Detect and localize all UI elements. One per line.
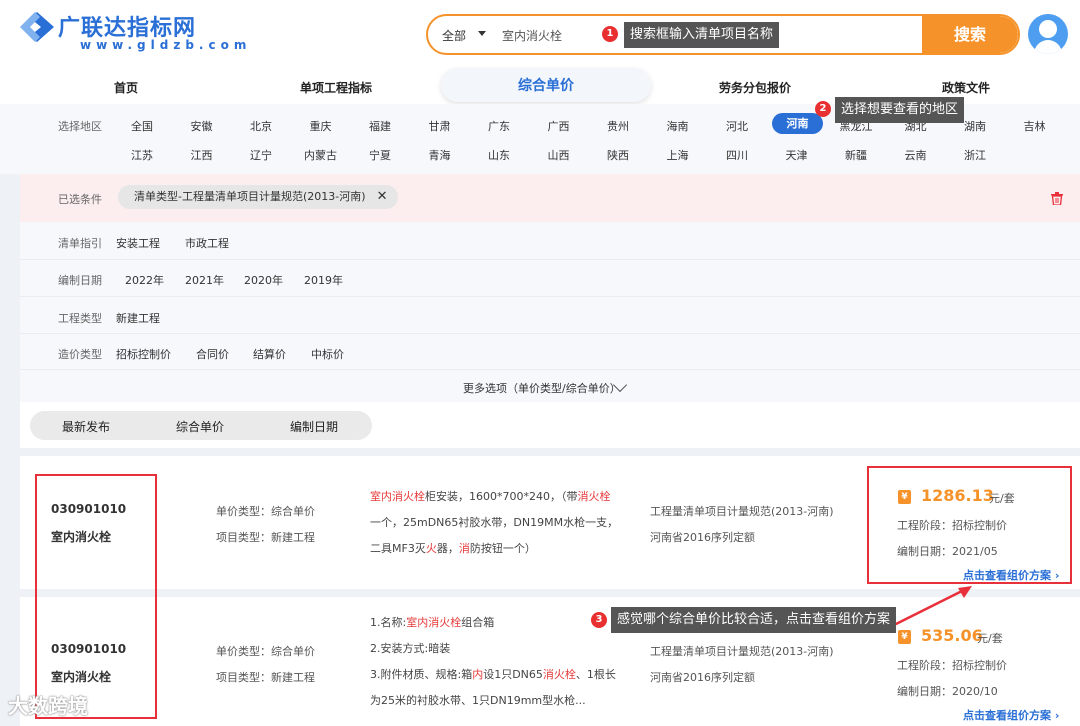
- avatar[interactable]: [1028, 14, 1068, 54]
- project-type: 项目类型：新建工程: [216, 531, 315, 544]
- condition-chip-label: 清单类型-工程量清单项目计量规范(2013-河南): [134, 190, 366, 203]
- logo-url: www.gldzb.com: [80, 38, 252, 52]
- nav-unit-price-label: 综合单价: [518, 78, 574, 94]
- item-description: 室内消火栓柜安装，1600*700*240，（带消火栓 一个，25mDN65衬胶…: [370, 490, 619, 555]
- project-stage: 工程阶段：招标控制价: [897, 659, 1007, 672]
- compile-date: 编制日期：2020/10: [897, 685, 998, 698]
- logo-icon: [20, 12, 54, 42]
- filter-date-2021[interactable]: 2021年: [185, 272, 224, 288]
- norm-quota: 河南省2016序列定额: [650, 671, 755, 684]
- filter-date-2022[interactable]: 2022年: [125, 272, 164, 288]
- price-unit: 元/套: [977, 632, 1003, 645]
- region-option[interactable]: 浙江: [950, 147, 1000, 163]
- region-option[interactable]: 重庆: [296, 118, 346, 134]
- tooltip-search: 搜索框输入清单项目名称: [624, 22, 780, 48]
- filter-guide-label: 清单指引: [58, 237, 102, 250]
- region-option[interactable]: 福建: [355, 118, 405, 134]
- region-option[interactable]: 广东: [474, 118, 524, 134]
- sort-date[interactable]: 编制日期: [290, 418, 338, 435]
- filter-cost-settlement[interactable]: 结算价: [253, 346, 286, 362]
- region-option[interactable]: 内蒙古: [296, 147, 346, 163]
- price-type: 单价类型：综合单价: [216, 505, 315, 518]
- region-option[interactable]: 上海: [653, 147, 703, 163]
- nav-unit-price[interactable]: 综合单价: [441, 68, 651, 102]
- more-options-link[interactable]: 更多选项（单价类型/综合单价）: [463, 380, 621, 396]
- region-option[interactable]: 贵州: [593, 118, 643, 134]
- search-category-select[interactable]: 全部: [442, 27, 466, 44]
- region-option[interactable]: 山西: [534, 147, 584, 163]
- step-badge-2: 2: [815, 101, 831, 117]
- search-input[interactable]: 室内消火栓: [502, 27, 562, 44]
- region-option[interactable]: 陕西: [593, 147, 643, 163]
- region-option[interactable]: 河北: [712, 118, 762, 134]
- region-option[interactable]: 宁夏: [355, 147, 405, 163]
- norm-standard: 工程量清单项目计量规范(2013-河南): [650, 645, 834, 658]
- filter-guide-install[interactable]: 安装工程: [116, 235, 160, 251]
- region-option[interactable]: 云南: [891, 147, 941, 163]
- close-icon[interactable]: ✕: [377, 185, 388, 209]
- nav-labor-quote[interactable]: 劳务分包报价: [719, 79, 791, 96]
- annotation-box-codes: [35, 474, 157, 719]
- nav-policy[interactable]: 政策文件: [942, 79, 990, 96]
- view-pricing-plan-link[interactable]: 点击查看组价方案 ›: [963, 707, 1059, 723]
- filter-date-2019[interactable]: 2019年: [304, 272, 343, 288]
- nav-home[interactable]: 首页: [114, 79, 138, 96]
- region-option[interactable]: 天津: [772, 147, 822, 163]
- norm-quota: 河南省2016序列定额: [650, 531, 755, 544]
- filter-cost-bid-control[interactable]: 招标控制价: [116, 346, 171, 362]
- region-option[interactable]: 青海: [415, 147, 465, 163]
- region-option[interactable]: 新疆: [831, 147, 881, 163]
- watermark: 大数跨境: [8, 694, 88, 718]
- price-type: 单价类型：综合单价: [216, 645, 315, 658]
- project-type: 项目类型：新建工程: [216, 671, 315, 684]
- filter-cost-winning[interactable]: 中标价: [311, 346, 344, 362]
- annotation-box-price: [867, 466, 1072, 584]
- region-option[interactable]: 北京: [236, 118, 286, 134]
- region-label: 选择地区: [58, 120, 102, 133]
- region-option[interactable]: 山东: [474, 147, 524, 163]
- filter-date-label: 编制日期: [58, 274, 102, 287]
- sort-latest[interactable]: 最新发布: [62, 418, 110, 435]
- region-option[interactable]: 安徽: [177, 118, 227, 134]
- region-option[interactable]: 江苏: [117, 147, 167, 163]
- step-badge-1: 1: [602, 26, 618, 42]
- filter-guide-municipal[interactable]: 市政工程: [185, 235, 229, 251]
- region-option[interactable]: 四川: [712, 147, 762, 163]
- tooltip-region: 选择想要查看的地区: [835, 97, 965, 123]
- tooltip-pricing-plan: 感觉哪个综合单价比较合适，点击查看组价方案: [611, 607, 897, 633]
- region-option[interactable]: 甘肃: [415, 118, 465, 134]
- region-option[interactable]: 全国: [117, 118, 167, 134]
- filter-cost-label: 造价类型: [58, 348, 102, 361]
- step-badge-3: 3: [591, 612, 607, 628]
- search-button[interactable]: 搜索: [922, 16, 1018, 53]
- trash-icon[interactable]: [1051, 192, 1063, 205]
- selected-label: 已选条件: [58, 193, 102, 206]
- filter-date-2020[interactable]: 2020年: [244, 272, 283, 288]
- region-option[interactable]: 江西: [177, 147, 227, 163]
- norm-standard: 工程量清单项目计量规范(2013-河南): [650, 505, 834, 518]
- filter-cost-contract[interactable]: 合同价: [196, 346, 229, 362]
- filter-type-new[interactable]: 新建工程: [116, 310, 160, 326]
- sort-unit-price[interactable]: 综合单价: [176, 418, 224, 435]
- item-description: 1.名称:室内消火栓组合箱 2.安装方式:暗装 3.附件材质、规格:箱内设1只D…: [370, 616, 616, 707]
- region-option[interactable]: 海南: [653, 118, 703, 134]
- region-henan-active[interactable]: 河南: [772, 113, 823, 134]
- condition-chip[interactable]: 清单类型-工程量清单项目计量规范(2013-河南) ✕: [118, 185, 398, 209]
- nav-project-index[interactable]: 单项工程指标: [300, 79, 372, 96]
- chevron-down-icon[interactable]: [478, 31, 486, 36]
- filter-type-label: 工程类型: [58, 312, 102, 325]
- region-option[interactable]: 辽宁: [236, 147, 286, 163]
- region-option[interactable]: 广西: [534, 118, 584, 134]
- filter-panel: [20, 222, 1080, 402]
- region-option[interactable]: 吉林: [1010, 118, 1060, 134]
